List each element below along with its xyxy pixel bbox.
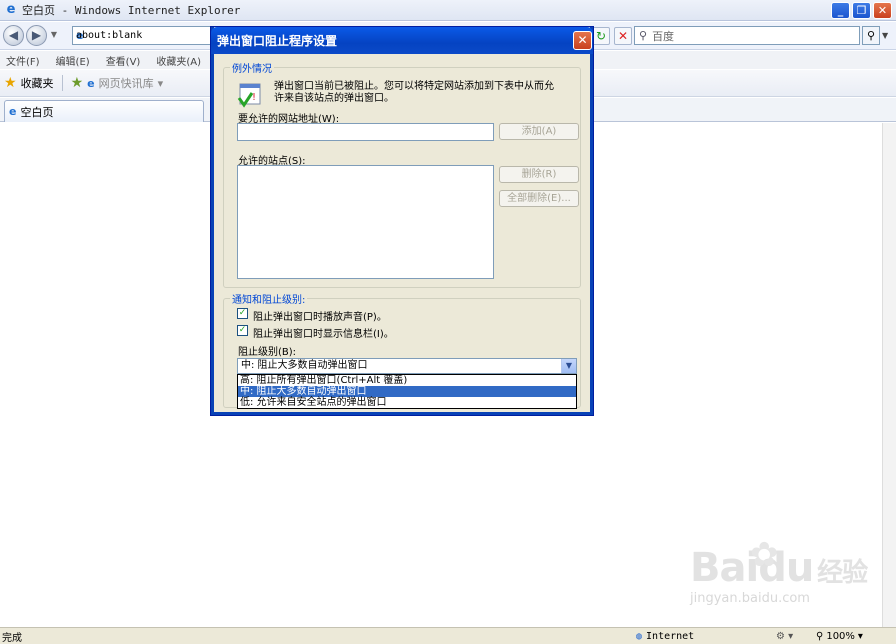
zoom-level: 100% xyxy=(826,630,855,642)
show-infobar-label: 阻止弹出窗口时显示信息栏(I)。 xyxy=(253,329,394,340)
search-icon: ⚲ xyxy=(639,29,648,42)
exceptions-group-label: 例外情况 xyxy=(230,60,274,75)
recent-pages-dropdown[interactable]: ▼ xyxy=(49,25,59,46)
checkmark-icon: ✓ xyxy=(238,308,247,318)
magnifier-icon: ⚲ xyxy=(866,29,876,42)
close-icon: ✕ xyxy=(577,33,588,47)
page-icon: e xyxy=(9,105,17,118)
chevron-down-icon: ▾ xyxy=(857,630,863,642)
play-sound-checkbox[interactable]: ✓ xyxy=(237,308,248,319)
protected-mode-icon[interactable]: ⚙ ▾ xyxy=(776,631,816,642)
tab-label: 空白页 xyxy=(20,105,54,119)
ie-logo-icon: e xyxy=(6,2,16,17)
blocking-level-label: 阻止级别(B): xyxy=(238,347,297,358)
dialog-close-button[interactable]: ✕ xyxy=(573,31,592,50)
chevron-down-icon[interactable]: ▼ xyxy=(561,359,576,373)
search-placeholder: 百度 xyxy=(652,29,675,43)
option-high[interactable]: 高: 阻止所有弹出窗口(Ctrl+Alt 覆盖) xyxy=(238,375,576,386)
zoom-icon: ⚲ xyxy=(816,630,824,642)
back-arrow-icon: ◀ xyxy=(8,28,19,42)
baidu-watermark: Baidu 经验 ✿ jingyan.baidu.com xyxy=(690,535,868,606)
back-button[interactable]: ◀ xyxy=(3,25,24,46)
popup-blocker-settings-dialog: 弹出窗口阻止程序设置 ✕ 例外情况 ! 弹出窗口当前已被阻止。您可以将特定网站添… xyxy=(211,27,593,415)
minimize-button[interactable]: _ xyxy=(831,2,850,19)
close-window-button[interactable]: ✕ xyxy=(873,2,892,19)
stop-button[interactable]: ✕ xyxy=(614,27,632,45)
globe-icon: ◍ xyxy=(636,630,643,642)
status-bar: 完成 ◍ Internet ⚙ ▾ ⚲ 100% ▾ xyxy=(0,627,896,644)
menu-view[interactable]: 查看(V) xyxy=(106,53,141,68)
allowed-sites-list[interactable] xyxy=(237,165,494,279)
add-button[interactable]: 添加(A) xyxy=(499,123,579,140)
info-text-line-2: 许来自该站点的弹出窗口。 xyxy=(274,93,394,104)
status-text: 完成 xyxy=(2,632,22,644)
blocking-level-options: 高: 阻止所有弹出窗口(Ctrl+Alt 覆盖) 中: 阻止大多数自动弹出窗口 … xyxy=(237,374,577,409)
vertical-scrollbar[interactable] xyxy=(882,123,896,627)
search-go-button[interactable]: ⚲ xyxy=(862,26,880,45)
notification-group-label: 通知和阻止级别: xyxy=(230,291,308,306)
menu-file[interactable]: 文件(F) xyxy=(6,53,40,68)
menu-edit[interactable]: 编辑(E) xyxy=(56,53,90,68)
stop-icon: ✕ xyxy=(617,29,629,43)
blocking-level-value: 中: 阻止大多数自动弹出窗口 xyxy=(241,360,368,371)
option-low[interactable]: 低: 允许来自安全站点的弹出窗口 xyxy=(238,397,576,408)
website-address-input[interactable] xyxy=(237,123,494,141)
watermark-brand: Bai xyxy=(690,545,759,591)
forward-button[interactable]: ▶ xyxy=(26,25,47,46)
option-medium[interactable]: 中: 阻止大多数自动弹出窗口 xyxy=(238,386,576,397)
play-sound-label: 阻止弹出窗口时播放声音(P)。 xyxy=(253,312,387,323)
tab-blank-page[interactable]: e 空白页 xyxy=(4,100,204,122)
security-zone: ◍ Internet xyxy=(636,631,776,642)
add-to-favorites-icon[interactable]: ★ xyxy=(71,75,84,91)
title-bar: e 空白页 - Windows Internet Explorer _ ❐ ✕ xyxy=(0,0,896,21)
popup-window-check-icon: ! xyxy=(237,83,261,108)
address-field[interactable]: e about:blank xyxy=(72,26,212,45)
window-title: 空白页 - Windows Internet Explorer xyxy=(22,4,241,17)
maximize-button[interactable]: ❐ xyxy=(852,2,871,19)
watermark-brand-2: 经验 xyxy=(817,558,868,588)
remove-all-button[interactable]: 全部删除(E)... xyxy=(499,190,579,207)
zoom-control[interactable]: ⚲ 100% ▾ xyxy=(816,631,863,642)
show-infobar-checkbox[interactable]: ✓ xyxy=(237,325,248,336)
chevron-down-icon[interactable]: ▾ xyxy=(158,77,164,90)
forward-arrow-icon: ▶ xyxy=(31,28,42,42)
dialog-title: 弹出窗口阻止程序设置 xyxy=(217,34,338,48)
checkmark-icon: ✓ xyxy=(238,325,247,335)
favorites-button[interactable]: 收藏夹 xyxy=(21,75,54,91)
address-text: about:blank xyxy=(76,30,143,41)
dialog-title-bar: 弹出窗口阻止程序设置 ✕ xyxy=(211,27,593,54)
divider xyxy=(61,75,63,91)
search-options-dropdown[interactable]: ▼ xyxy=(882,28,892,43)
web-slice-icon: e xyxy=(87,76,95,90)
refresh-button[interactable]: ↻ xyxy=(592,27,610,45)
refresh-icon: ↻ xyxy=(595,29,607,43)
remove-button[interactable]: 删除(R) xyxy=(499,166,579,183)
blocking-level-select[interactable]: 中: 阻止大多数自动弹出窗口 ▼ xyxy=(237,358,577,374)
zone-label: Internet xyxy=(646,630,695,642)
watermark-url: jingyan.baidu.com xyxy=(690,591,810,606)
paw-icon: ✿ xyxy=(750,535,779,575)
favorites-star-icon: ★ xyxy=(4,75,17,91)
menu-favorites[interactable]: 收藏夹(A) xyxy=(156,53,201,68)
web-slice-gallery-link[interactable]: 网页快讯库 xyxy=(99,75,154,91)
search-input[interactable]: ⚲ 百度 xyxy=(634,26,860,45)
